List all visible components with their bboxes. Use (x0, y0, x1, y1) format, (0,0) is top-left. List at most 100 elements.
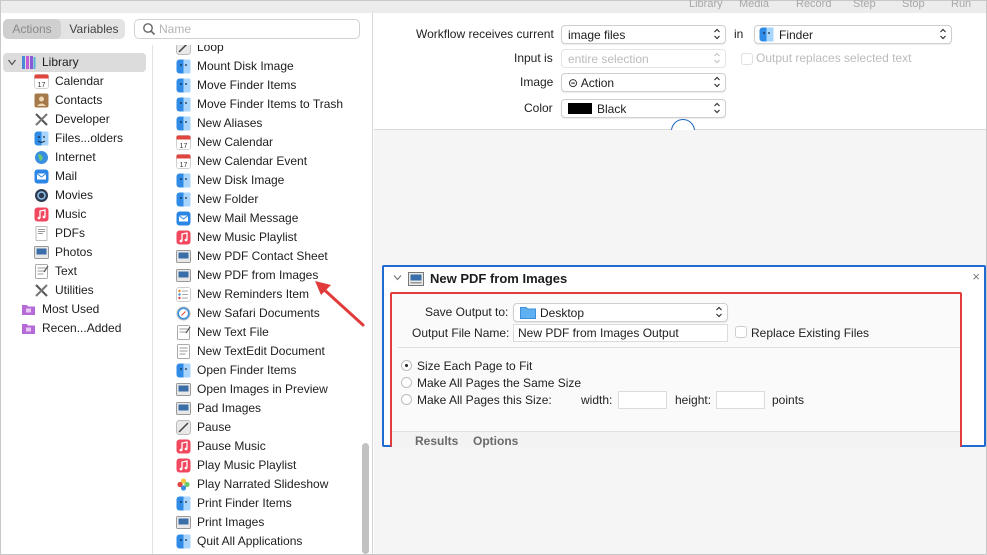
action-title: New PDF from Images (430, 271, 568, 286)
action-label: New Text File (197, 325, 269, 339)
action-list: Loop Mount Disk Image Move Finder Items … (153, 45, 372, 554)
size-to-fit-radio[interactable] (401, 360, 412, 371)
results-tab[interactable]: Results (415, 434, 458, 448)
sidebar-item-files-folders[interactable]: Files...olders (1, 129, 153, 148)
toolbar-run[interactable]: Run (951, 0, 971, 10)
output-name-label: Output File Name: (412, 326, 510, 340)
popup-value: Finder (779, 28, 814, 42)
tab-variables[interactable]: Variables (63, 19, 125, 39)
image-popup[interactable]: ⊝ Action (561, 73, 726, 92)
action-item-play-narrated-slideshow[interactable]: Play Narrated Slideshow (153, 475, 363, 494)
popup-value: entire selection (568, 52, 649, 66)
action-item-new-calendar[interactable]: 17 New Calendar (153, 133, 363, 152)
svg-text:17: 17 (180, 143, 188, 150)
action-item-move-finder-items[interactable]: Move Finder Items (153, 76, 363, 95)
output-replaces-label: Output replaces selected text (756, 51, 912, 65)
action-list-scrollbar[interactable] (362, 443, 369, 554)
action-item-print-finder-items[interactable]: Print Finder Items (153, 494, 363, 513)
sidebar-item-movies[interactable]: Movies (1, 186, 153, 205)
tab-actions[interactable]: Actions (3, 19, 61, 39)
search-input[interactable] (159, 21, 355, 37)
action-item-loop[interactable]: Loop (153, 45, 363, 57)
height-input[interactable] (717, 392, 764, 408)
width-field[interactable] (618, 391, 667, 409)
action-item-pad-images[interactable]: Pad Images (153, 399, 363, 418)
sidebar-item-library[interactable]: Library (3, 53, 146, 72)
action-label: Loop (197, 45, 224, 54)
same-size-radio[interactable] (401, 377, 412, 388)
action-item-play-music-playlist[interactable]: Play Music Playlist (153, 456, 363, 475)
toolbar-media[interactable]: Media (739, 0, 769, 10)
smart-folder-icon (22, 305, 35, 315)
sidebar-item-photos[interactable]: Photos (1, 243, 153, 262)
input-is-popup[interactable]: entire selection (561, 49, 726, 68)
preview-icon (176, 250, 191, 263)
action-label: Move Finder Items to Trash (197, 97, 344, 111)
action-item-open-images-in-preview[interactable]: Open Images in Preview (153, 380, 363, 399)
output-name-input[interactable] (514, 325, 727, 341)
sidebar-item-recently-added[interactable]: Recen...Added (1, 319, 153, 338)
text-icon (35, 264, 49, 279)
action-item-open-finder-items[interactable]: Open Finder Items (153, 361, 363, 380)
output-replaces-checkbox[interactable] (741, 53, 753, 65)
action-item-new-aliases[interactable]: New Aliases (153, 114, 363, 133)
sidebar-item-music[interactable]: Music (1, 205, 153, 224)
action-item-new-text-file[interactable]: New Text File (153, 323, 363, 342)
action-item-new-pdf-from-images[interactable]: New PDF from Images (153, 266, 363, 285)
sidebar-item-text[interactable]: Text (1, 262, 153, 281)
action-item-pause-music[interactable]: Pause Music (153, 437, 363, 456)
width-input[interactable] (619, 392, 666, 408)
sidebar-item-utilities[interactable]: Utilities (1, 281, 153, 300)
action-item-new-pdf-contact-sheet[interactable]: New PDF Contact Sheet (153, 247, 363, 266)
custom-size-radio[interactable] (401, 394, 412, 405)
color-popup[interactable]: Black (561, 99, 726, 118)
sidebar-item-label: Developer (55, 112, 110, 126)
toolbar-record[interactable]: Record (796, 0, 831, 10)
replace-existing-checkbox[interactable] (735, 326, 747, 338)
chevron-down-icon[interactable] (8, 59, 16, 66)
action-label: Move Finder Items (197, 78, 297, 92)
action-card[interactable]: New PDF from Images × Save Output to: De… (382, 265, 986, 448)
action-item-print-images[interactable]: Print Images (153, 513, 363, 532)
action-label: Play Narrated Slideshow (197, 477, 329, 491)
sidebar-item-developer[interactable]: Developer (1, 110, 153, 129)
chevron-down-icon[interactable] (393, 273, 402, 282)
sidebar-item-label: Internet (55, 150, 96, 164)
sidebar-item-calendar[interactable]: 17 Calendar (1, 72, 153, 91)
action-item-new-calendar-event[interactable]: 17 New Calendar Event (153, 152, 363, 171)
sidebar-item-most-used[interactable]: Most Used (1, 300, 153, 319)
action-item-move-to-trash[interactable]: Move Finder Items to Trash (153, 95, 363, 114)
output-name-field[interactable] (513, 324, 728, 342)
sidebar-item-contacts[interactable]: Contacts (1, 91, 153, 110)
action-item-new-music-playlist[interactable]: New Music Playlist (153, 228, 363, 247)
toolbar-stop[interactable]: Stop (902, 0, 925, 10)
action-item-new-disk-image[interactable]: New Disk Image (153, 171, 363, 190)
action-label: New Calendar Event (197, 154, 308, 168)
toolbar-step[interactable]: Step (853, 0, 876, 10)
action-item-new-reminders-item[interactable]: New Reminders Item (153, 285, 363, 304)
action-item-new-folder[interactable]: New Folder (153, 190, 363, 209)
action-item-new-mail-message[interactable]: New Mail Message (153, 209, 363, 228)
chevron-updown-icon (714, 102, 720, 114)
options-tab[interactable]: Options (473, 434, 518, 448)
height-field[interactable] (716, 391, 765, 409)
mail-icon (176, 211, 191, 226)
sidebar-item-pdfs[interactable]: PDFs (1, 224, 153, 243)
finder-icon (176, 496, 191, 511)
sidebar-item-internet[interactable]: Internet (1, 148, 153, 167)
search-field[interactable] (134, 19, 360, 39)
finder-icon (176, 534, 191, 549)
action-item-new-textedit-document[interactable]: New TextEdit Document (153, 342, 363, 361)
save-output-popup[interactable]: Desktop (513, 303, 728, 322)
action-item-new-safari-documents[interactable]: New Safari Documents (153, 304, 363, 323)
preview-icon (176, 402, 191, 415)
receives-type-popup[interactable]: image files (561, 25, 726, 44)
close-icon[interactable]: × (972, 269, 980, 284)
action-item-mount-disk-image[interactable]: Mount Disk Image (153, 57, 363, 76)
chevron-updown-icon (716, 306, 722, 318)
application-popup[interactable]: Finder (754, 25, 952, 44)
action-item-quit-all-applications[interactable]: Quit All Applications (153, 532, 363, 551)
action-item-pause[interactable]: Pause (153, 418, 363, 437)
sidebar-item-mail[interactable]: Mail (1, 167, 153, 186)
toolbar-library[interactable]: Library (689, 0, 723, 10)
